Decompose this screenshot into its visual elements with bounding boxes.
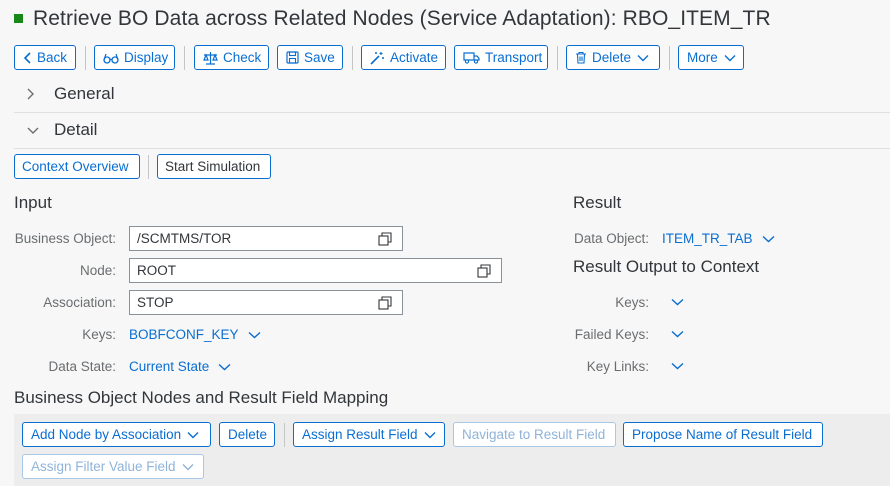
- key-links-dropdown[interactable]: [671, 362, 684, 370]
- input-heading: Input: [14, 193, 52, 212]
- start-simulation-label: Start Simulation: [165, 159, 261, 174]
- toolbar-separator: [557, 46, 558, 70]
- data-state-label: Data State:: [48, 359, 116, 374]
- more-button[interactable]: More: [678, 45, 744, 70]
- page-title: Retrieve BO Data across Related Nodes (S…: [33, 7, 771, 30]
- mapping-heading: Business Object Nodes and Result Field M…: [14, 388, 389, 407]
- assign-result-field-label: Assign Result Field: [302, 427, 418, 442]
- display-label: Display: [124, 50, 169, 65]
- chevron-down-icon: [671, 330, 684, 338]
- business-object-label: Business Object:: [14, 231, 116, 246]
- result-output-heading: Result Output to Context: [573, 257, 760, 276]
- chevron-down-icon: [182, 463, 194, 471]
- back-button[interactable]: Back: [14, 45, 76, 70]
- association-field[interactable]: STOP: [129, 290, 403, 315]
- chevron-down-icon: [424, 431, 436, 439]
- result-keys-label: Keys:: [615, 295, 649, 310]
- value-help-icon[interactable]: [378, 232, 392, 249]
- more-label: More: [687, 50, 718, 65]
- toolbar-separator: [669, 46, 670, 70]
- save-icon: [286, 51, 299, 64]
- data-object-value: ITEM_TR_TAB: [662, 231, 753, 246]
- chevron-right-icon: [26, 87, 40, 101]
- section-general-label: General: [54, 84, 115, 103]
- chevron-down-icon: [187, 431, 199, 439]
- navigate-to-result-field-button[interactable]: Navigate to Result Field: [453, 422, 616, 447]
- trash-icon: [575, 51, 587, 64]
- chevron-down-icon: [637, 54, 649, 62]
- context-overview-label: Context Overview: [22, 159, 129, 174]
- save-label: Save: [304, 50, 335, 65]
- add-node-by-association-button[interactable]: Add Node by Association: [22, 422, 211, 447]
- activate-label: Activate: [390, 50, 439, 65]
- display-button[interactable]: Display: [94, 45, 175, 70]
- section-detail-label: Detail: [54, 120, 98, 139]
- mapping-delete-label: Delete: [228, 427, 268, 442]
- magic-wand-icon: [370, 51, 385, 65]
- chevron-down-icon: [724, 54, 736, 62]
- back-label: Back: [37, 50, 68, 65]
- toolbar-separator: [284, 423, 285, 447]
- assign-result-field-button[interactable]: Assign Result Field: [293, 422, 445, 447]
- chevron-down-icon: [248, 331, 261, 339]
- activate-button[interactable]: Activate: [361, 45, 446, 70]
- key-links-label: Key Links:: [586, 359, 649, 374]
- chevron-down-icon: [671, 298, 684, 306]
- save-button[interactable]: Save: [277, 45, 343, 70]
- data-object-link[interactable]: ITEM_TR_TAB: [662, 231, 775, 246]
- page-header: Retrieve BO Data across Related Nodes (S…: [14, 4, 771, 34]
- value-help-icon[interactable]: [477, 264, 491, 281]
- data-object-label: Data Object:: [573, 231, 649, 246]
- failed-keys-label: Failed Keys:: [574, 327, 649, 342]
- business-object-field[interactable]: /SCMTMS/TOR: [129, 226, 403, 251]
- assign-filter-value-field-button[interactable]: Assign Filter Value Field: [22, 454, 204, 479]
- toolbar-separator: [184, 46, 185, 70]
- data-state-link[interactable]: Current State: [129, 359, 231, 374]
- check-button[interactable]: Check: [194, 45, 269, 70]
- chevron-down-icon: [671, 362, 684, 370]
- status-indicator: [14, 13, 23, 23]
- context-overview-button[interactable]: Context Overview: [14, 154, 140, 179]
- truck-icon: [463, 51, 480, 64]
- business-object-value: /SCMTMS/TOR: [137, 231, 232, 246]
- chevron-down-icon: [218, 363, 231, 371]
- check-label: Check: [223, 50, 262, 65]
- toolbar-separator: [85, 46, 86, 70]
- keys-link[interactable]: BOBFCONF_KEY: [129, 327, 261, 342]
- result-heading: Result: [573, 193, 622, 212]
- section-detail[interactable]: Detail: [14, 112, 890, 149]
- keys-label: Keys:: [82, 327, 116, 342]
- section-general[interactable]: General: [14, 76, 890, 113]
- add-node-label: Add Node by Association: [31, 427, 182, 442]
- keys-value: BOBFCONF_KEY: [129, 327, 239, 342]
- start-simulation-button[interactable]: Start Simulation: [157, 154, 271, 179]
- mapping-delete-button[interactable]: Delete: [219, 422, 275, 447]
- data-state-value: Current State: [129, 359, 210, 374]
- association-label: Association:: [43, 295, 116, 310]
- transport-button[interactable]: Transport: [454, 45, 548, 70]
- delete-button[interactable]: Delete: [566, 45, 660, 70]
- toolbar-separator: [148, 155, 149, 179]
- toolbar-separator: [352, 46, 353, 70]
- association-value: STOP: [137, 295, 174, 310]
- propose-name-button[interactable]: Propose Name of Result Field: [623, 422, 823, 447]
- navigate-result-field-label: Navigate to Result Field: [462, 427, 606, 442]
- value-help-icon[interactable]: [378, 296, 392, 313]
- assign-filter-label: Assign Filter Value Field: [31, 459, 176, 474]
- transport-label: Transport: [485, 50, 543, 65]
- chevron-down-icon: [26, 126, 40, 135]
- result-keys-dropdown[interactable]: [671, 298, 684, 306]
- node-field[interactable]: ROOT: [129, 258, 502, 283]
- chevron-left-icon: [23, 51, 32, 64]
- chevron-down-icon: [762, 235, 775, 243]
- node-value: ROOT: [137, 263, 176, 278]
- propose-name-label: Propose Name of Result Field: [632, 427, 813, 442]
- balance-scale-icon: [203, 51, 218, 65]
- glasses-icon: [103, 52, 119, 64]
- delete-label: Delete: [592, 50, 632, 65]
- node-label: Node:: [79, 263, 116, 278]
- failed-keys-dropdown[interactable]: [671, 330, 684, 338]
